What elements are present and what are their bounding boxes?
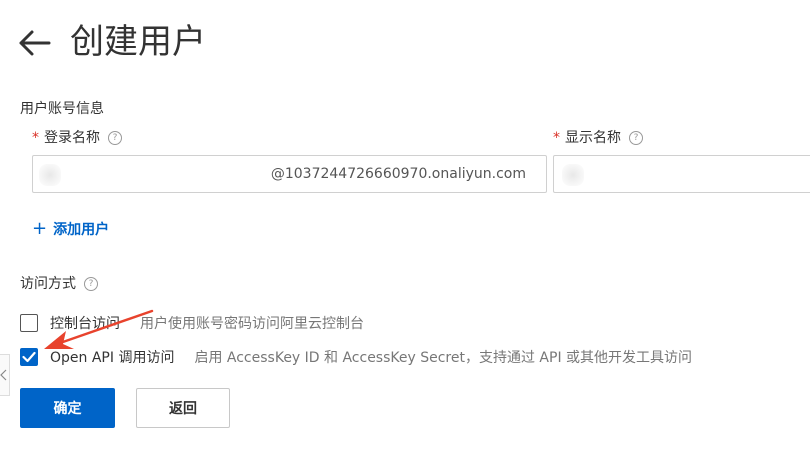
add-user-label: 添加用户 [53,222,110,238]
access-method-title-text: 访问方式 [20,276,76,292]
page-title: 创建用户 [70,22,206,62]
back-button[interactable]: 返回 [136,388,230,428]
required-asterisk: * [32,130,39,146]
display-name-label-text: 显示名称 [565,130,621,146]
back-arrow-icon[interactable] [18,28,52,58]
console-access-option[interactable]: 控制台访问 用户使用账号密码访问阿里云控制台 [20,312,364,334]
add-user-button[interactable]: + 添加用户 [32,219,109,239]
console-access-checkbox[interactable] [20,314,38,332]
question-circle-icon[interactable]: ? [629,131,643,145]
api-access-label: Open API 调用访问 [50,350,175,366]
login-name-field[interactable]: @1037244726660970.onaliyun.com [32,155,547,193]
console-access-description: 用户使用账号密码访问阿里云控制台 [140,316,364,332]
question-circle-icon[interactable]: ? [108,131,122,145]
plus-icon: + [32,218,48,239]
display-name-field[interactable] [553,155,810,193]
login-domain-suffix: @1037244726660970.onaliyun.com [270,166,526,182]
checkmark-icon [22,351,36,363]
console-access-label: 控制台访问 [50,316,120,332]
api-access-description: 启用 AccessKey ID 和 AccessKey Secret，支持通过 … [194,350,693,366]
question-circle-icon[interactable]: ? [84,277,98,291]
login-name-label: * 登录名称 ? [32,128,122,148]
login-name-input[interactable] [43,164,277,186]
side-collapse-handle[interactable] [0,354,10,396]
access-method-title: 访问方式 ? [20,274,98,294]
api-access-option[interactable]: Open API 调用访问 启用 AccessKey ID 和 AccessKe… [20,346,692,368]
display-name-input[interactable] [564,164,798,186]
required-asterisk: * [553,130,560,146]
api-access-checkbox[interactable] [20,348,38,366]
confirm-button[interactable]: 确定 [20,388,115,428]
chevron-left-icon [0,369,7,381]
login-name-label-text: 登录名称 [44,130,100,146]
account-section-title: 用户账号信息 [20,101,104,117]
display-name-label: * 显示名称 ? [553,128,643,148]
